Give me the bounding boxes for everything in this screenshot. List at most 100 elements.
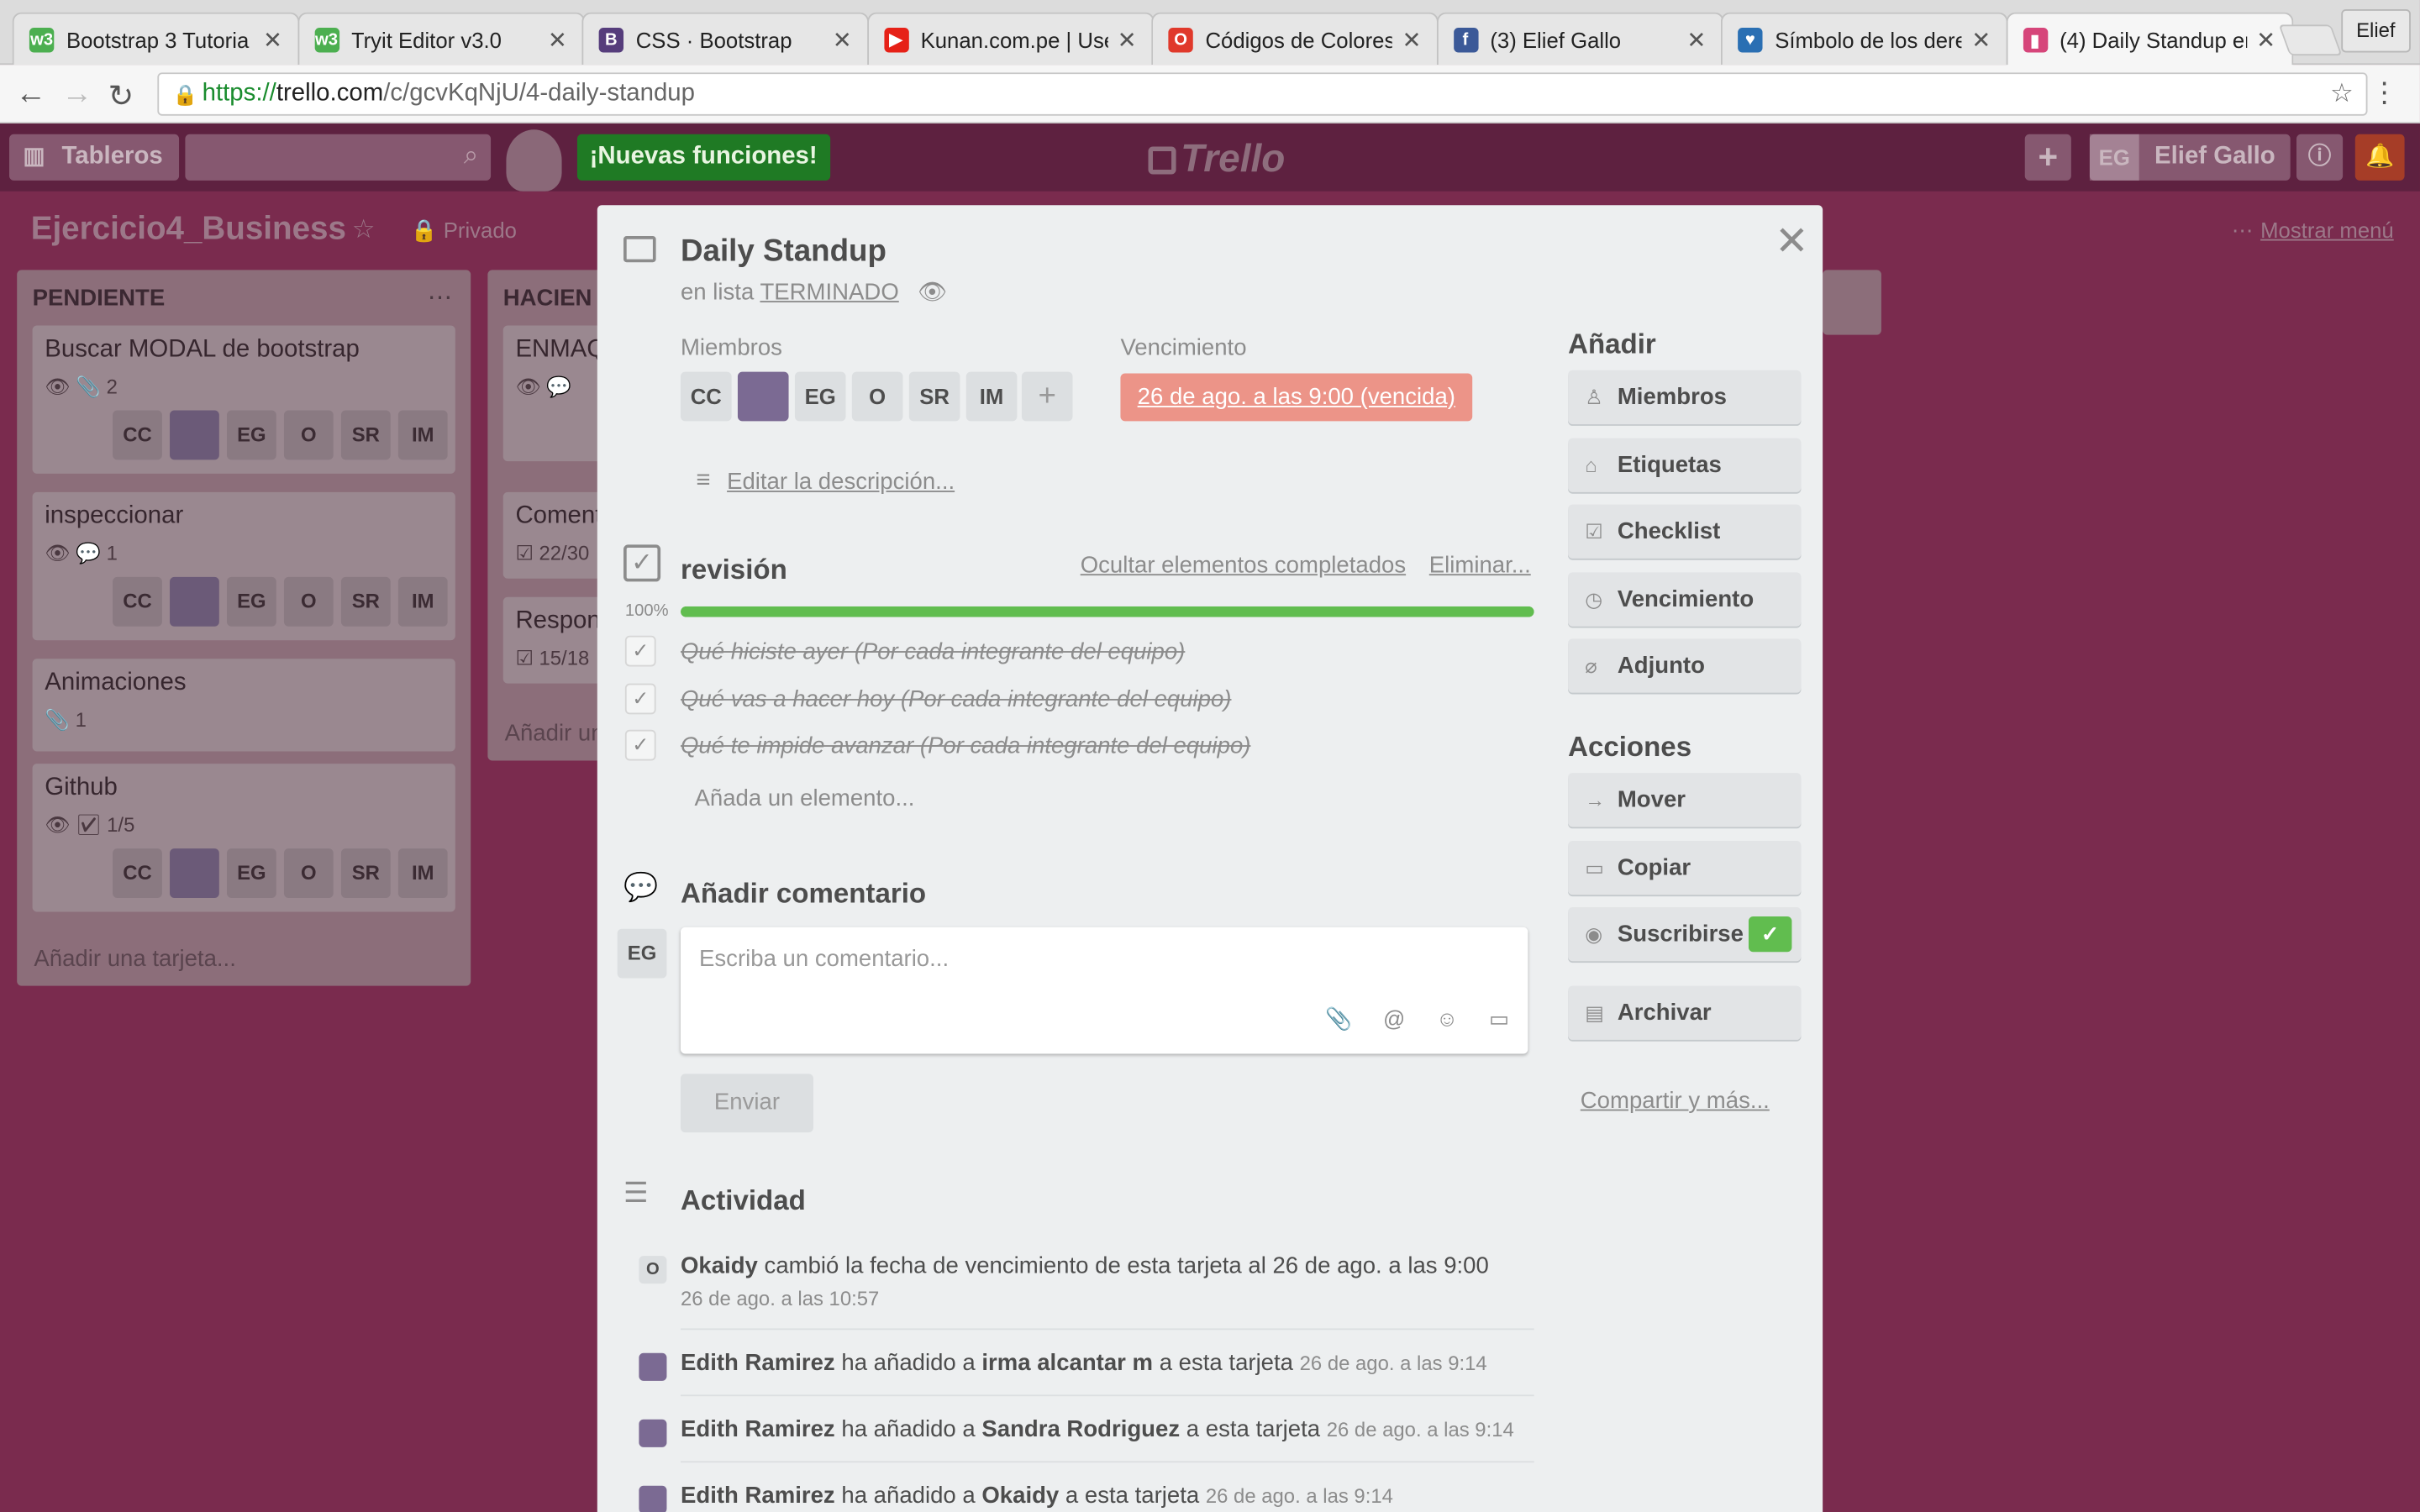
- member-avatar[interactable]: CC: [680, 371, 732, 422]
- add-checklist-item[interactable]: Añada un elemento...: [695, 785, 915, 811]
- delete-checklist-link[interactable]: Eliminar...: [1429, 553, 1531, 579]
- taco-mascot-icon[interactable]: [506, 129, 562, 192]
- tab-close-icon[interactable]: ✕: [1118, 25, 1137, 53]
- activity-time[interactable]: 26 de ago. a las 10:57: [681, 1287, 879, 1310]
- add-card-link[interactable]: Añadir un: [505, 721, 604, 747]
- member-avatar[interactable]: O: [283, 410, 334, 460]
- browser-tab[interactable]: w3 Bootstrap 3 Tutoria ✕: [12, 12, 300, 66]
- member-avatar[interactable]: SR: [340, 410, 391, 460]
- show-menu-link[interactable]: Mostrar menú: [2260, 218, 2394, 242]
- checklist-button[interactable]: ☑ Checklist: [1568, 504, 1802, 559]
- browser-tab[interactable]: ♥ Símbolo de los dere ✕: [1720, 12, 2008, 66]
- trello-logo[interactable]: Trello: [1148, 137, 1285, 181]
- member-photo-avatar[interactable]: [737, 371, 789, 422]
- tab-close-icon[interactable]: ✕: [1971, 25, 1991, 53]
- create-button[interactable]: +: [2024, 134, 2071, 181]
- miembros-button[interactable]: ♙ Miembros: [1568, 370, 1802, 425]
- checklist-item[interactable]: Qué te impide avanzar (Por cada integran…: [681, 732, 1250, 759]
- list-menu-icon[interactable]: ⋯: [428, 282, 452, 313]
- member-avatar[interactable]: IM: [397, 576, 448, 627]
- browser-tab[interactable]: ▮ (4) Daily Standup er ✕: [2005, 12, 2293, 66]
- member-photo-avatar[interactable]: [170, 410, 219, 460]
- checklist-item[interactable]: Qué vas a hacer hoy (Por cada integrante…: [681, 686, 1232, 712]
- new-tab-button[interactable]: [2278, 24, 2343, 56]
- checklist-item-checkbox[interactable]: ✓: [624, 683, 656, 715]
- member-avatar[interactable]: CC: [113, 410, 162, 460]
- member-avatar[interactable]: SR: [340, 576, 391, 627]
- send-comment-button[interactable]: Enviar: [680, 1074, 813, 1133]
- etiquetas-button[interactable]: ⌂ Etiquetas: [1568, 437, 1802, 492]
- forward-icon[interactable]: →: [61, 77, 92, 113]
- board-title[interactable]: Ejercicio4_Business: [31, 212, 346, 249]
- bookmark-star-icon[interactable]: ☆: [2330, 74, 2354, 114]
- card[interactable]: Github 👁 ☑ 1/5 CC EG O SR IM: [32, 764, 455, 912]
- tab-close-icon[interactable]: ✕: [1686, 25, 1706, 53]
- back-icon[interactable]: ←: [15, 77, 46, 113]
- browser-tab[interactable]: B CSS · Bootstrap ✕: [581, 12, 870, 66]
- member-avatar[interactable]: SR: [908, 371, 960, 422]
- member-avatar[interactable]: SR: [340, 848, 391, 898]
- new-features-button[interactable]: ¡Nuevas funciones!: [576, 134, 830, 181]
- member-avatar[interactable]: EG: [226, 410, 276, 460]
- star-board-icon[interactable]: ☆: [352, 214, 376, 245]
- member-photo-avatar[interactable]: [170, 576, 219, 627]
- member-avatar[interactable]: EG: [794, 371, 846, 422]
- search-input[interactable]: ⌕: [185, 134, 492, 181]
- comment-input[interactable]: Escriba un comentario... 📎 @ ☺ ▭: [680, 927, 1528, 1054]
- tab-close-icon[interactable]: ✕: [2256, 26, 2275, 54]
- tab-close-icon[interactable]: ✕: [1402, 25, 1421, 53]
- archivar-button[interactable]: ▤ Archivar: [1568, 985, 1802, 1040]
- card[interactable]: Buscar MODAL de bootstrap 👁 📎 2 CC EG O SR I…: [32, 325, 455, 474]
- checklist-item-checkbox[interactable]: ✓: [624, 635, 656, 667]
- list-link[interactable]: TERMINADO: [760, 279, 898, 305]
- checklist-item[interactable]: Qué hiciste ayer (Por cada integrante de…: [681, 638, 1185, 664]
- vencimiento-button[interactable]: ◷ Vencimiento: [1568, 572, 1802, 627]
- copiar-button[interactable]: ▭ Copiar: [1568, 840, 1802, 895]
- member-avatar[interactable]: O: [283, 848, 334, 898]
- due-date-badge[interactable]: 26 de ago. a las 9:00 (vencida): [1120, 373, 1473, 422]
- card-title[interactable]: Daily Standup: [681, 234, 886, 270]
- mention-icon[interactable]: @: [1383, 1006, 1405, 1032]
- member-avatar[interactable]: IM: [965, 371, 1018, 422]
- member-avatar[interactable]: EG: [226, 576, 276, 627]
- member-avatar[interactable]: CC: [113, 576, 162, 627]
- browser-tab[interactable]: w3 Tryit Editor v3.0 ✕: [297, 12, 585, 66]
- notifications-bell-icon[interactable]: 🔔: [2354, 134, 2405, 181]
- info-icon[interactable]: ⓘ: [2296, 134, 2344, 181]
- card[interactable]: Animaciones 📎 1: [32, 659, 455, 752]
- tab-close-icon[interactable]: ✕: [263, 25, 282, 53]
- add-member-button[interactable]: +: [1021, 371, 1073, 422]
- member-avatar[interactable]: IM: [397, 410, 448, 460]
- add-card-link[interactable]: Añadir una tarjeta...: [34, 946, 235, 972]
- browser-tab[interactable]: f (3) Elief Gallo ✕: [1436, 12, 1723, 66]
- add-list-placeholder[interactable]: [1823, 270, 1881, 335]
- hide-completed-link[interactable]: Ocultar elementos completados: [1081, 553, 1406, 579]
- emoji-icon[interactable]: ☺: [1436, 1006, 1458, 1032]
- member-avatar[interactable]: EG: [226, 848, 276, 898]
- privacy-button[interactable]: 🔒 Privado: [411, 218, 517, 244]
- suscribirse-button[interactable]: ◉ Suscribirse ✓: [1568, 907, 1802, 962]
- address-bar[interactable]: 🔒 https://trello.com/c/gcvKqNjU/4-daily-…: [157, 72, 2368, 116]
- card-link-icon[interactable]: ▭: [1489, 1006, 1509, 1032]
- member-menu-button[interactable]: EG Elief Gallo: [2089, 134, 2291, 181]
- member-avatar[interactable]: O: [283, 576, 334, 627]
- member-avatar[interactable]: IM: [397, 848, 448, 898]
- menu-dots-icon[interactable]: ⋯: [2232, 218, 2254, 244]
- member-avatar[interactable]: O: [851, 371, 903, 422]
- browser-tab[interactable]: ▶ Kunan.com.pe | Use ✕: [866, 12, 1154, 66]
- checklist-title[interactable]: revisión: [681, 554, 787, 586]
- share-more-link[interactable]: Compartir y más...: [1581, 1088, 1770, 1114]
- adjunto-button[interactable]: ⌀ Adjunto: [1568, 639, 1802, 694]
- profile-button[interactable]: Elief: [2340, 9, 2411, 53]
- checklist-item-checkbox[interactable]: ✓: [624, 729, 656, 761]
- browser-menu-icon[interactable]: ⋮: [2370, 77, 2398, 110]
- reload-icon[interactable]: ↻: [108, 77, 134, 116]
- boards-button[interactable]: ▥ Tableros: [9, 134, 180, 181]
- browser-tab[interactable]: O Códigos de Colores ✕: [1151, 12, 1439, 66]
- member-photo-avatar[interactable]: [170, 848, 219, 898]
- mover-button[interactable]: → Mover: [1568, 773, 1802, 827]
- edit-description-link[interactable]: Editar la descripción...: [727, 469, 955, 495]
- member-avatar[interactable]: CC: [113, 848, 162, 898]
- tab-close-icon[interactable]: ✕: [548, 25, 567, 53]
- tab-close-icon[interactable]: ✕: [833, 25, 852, 53]
